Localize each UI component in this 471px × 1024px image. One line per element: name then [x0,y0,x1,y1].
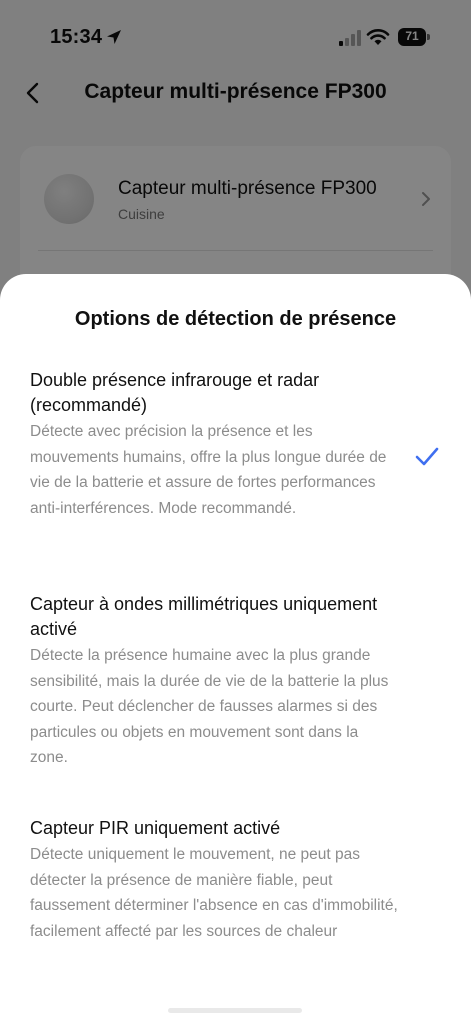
home-indicator [168,1008,302,1013]
sheet-title: Options de détection de présence [74,308,397,330]
option-title: Capteur à ondes millimétriques uniquemen… [30,594,378,639]
presence-options-sheet: Options de détection de présence Double … [0,274,471,1024]
option-pir-only[interactable]: Capteur PIR uniquement activé Détecte un… [30,816,450,944]
option-title: Double présence infrarouge et radar (rec… [30,370,320,415]
checkmark-icon [415,447,439,466]
option-dual-presence[interactable]: Double présence infrarouge et radar (rec… [30,368,450,521]
option-mmwave-only[interactable]: Capteur à ondes millimétriques uniquemen… [30,592,450,771]
option-title: Capteur PIR uniquement activé [30,818,281,838]
option-description: Détecte la présence humaine avec la plus… [30,647,389,766]
option-description: Détecte avec précision la présence et le… [30,423,387,517]
option-description: Détecte uniquement le mouvement, ne peut… [30,846,398,940]
